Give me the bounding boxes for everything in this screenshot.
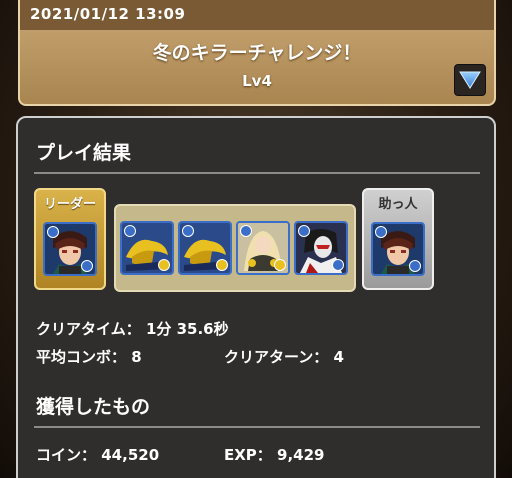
dungeon-header-card: 2021/01/12 13:09 冬のキラーチャレンジ！ Lv4 — [18, 0, 496, 106]
clear-time-value: 1分 35.6秒 — [145, 320, 229, 338]
average-combo-label: 平均コンボ： — [36, 348, 127, 366]
exp-row: EXP： 9,429 — [224, 444, 325, 465]
water-subattribute-icon — [409, 260, 421, 272]
monster-icon-helper[interactable] — [371, 222, 425, 276]
divider — [34, 172, 480, 174]
leader-slot[interactable]: リーダー — [34, 188, 106, 290]
exp-label: EXP： — [224, 446, 272, 464]
result-panel: プレイ結果 リーダー 助っ人 クリアタイム： 1分 35.6秒 平均コンボ： 8… — [16, 116, 496, 478]
expand-button[interactable] — [454, 64, 486, 96]
clear-turns-row: クリアターン： 4 — [224, 346, 344, 367]
monster-icon-member-2[interactable] — [178, 221, 232, 275]
clear-time-label: クリアタイム： — [36, 320, 141, 338]
leader-label: リーダー — [43, 197, 96, 212]
exp-value: 9,429 — [277, 446, 325, 464]
water-attribute-icon — [240, 225, 252, 237]
coin-row: コイン： 44,520 — [36, 444, 159, 465]
clear-turns-label: クリアターン： — [224, 348, 329, 366]
monster-icon-member-4[interactable] — [294, 221, 348, 275]
water-attribute-icon — [124, 225, 136, 237]
monster-icon-leader[interactable] — [43, 222, 97, 276]
dungeon-title: 冬のキラーチャレンジ！ — [152, 42, 362, 64]
clear-turns-value: 4 — [333, 348, 344, 366]
dungeon-level: Lv4 — [242, 72, 272, 90]
average-combo-value: 8 — [131, 348, 142, 366]
water-subattribute-icon — [81, 260, 93, 272]
water-attribute-icon — [375, 226, 387, 238]
triangle-down-icon — [459, 71, 481, 89]
play-date: 2021/01/12 13:09 — [30, 5, 186, 23]
water-attribute-icon — [182, 225, 194, 237]
water-attribute-icon — [298, 225, 310, 237]
water-attribute-icon — [47, 226, 59, 238]
rewards-heading: 獲得したもの — [36, 396, 151, 418]
clear-time-row: クリアタイム： 1分 35.6秒 — [36, 318, 229, 339]
water-subattribute-icon — [332, 259, 344, 271]
light-subattribute-icon — [274, 259, 286, 271]
team-members-slot — [114, 204, 356, 292]
monster-icon-member-1[interactable] — [120, 221, 174, 275]
helper-label: 助っ人 — [378, 197, 418, 212]
helper-slot[interactable]: 助っ人 — [362, 188, 434, 290]
monster-icon-member-3[interactable] — [236, 221, 290, 275]
coin-label: コイン： — [36, 446, 97, 464]
play-result-heading: プレイ結果 — [36, 142, 132, 164]
average-combo-row: 平均コンボ： 8 — [36, 346, 142, 367]
light-subattribute-icon — [216, 259, 228, 271]
coin-value: 44,520 — [101, 446, 160, 464]
light-subattribute-icon — [158, 259, 170, 271]
divider — [34, 426, 480, 428]
